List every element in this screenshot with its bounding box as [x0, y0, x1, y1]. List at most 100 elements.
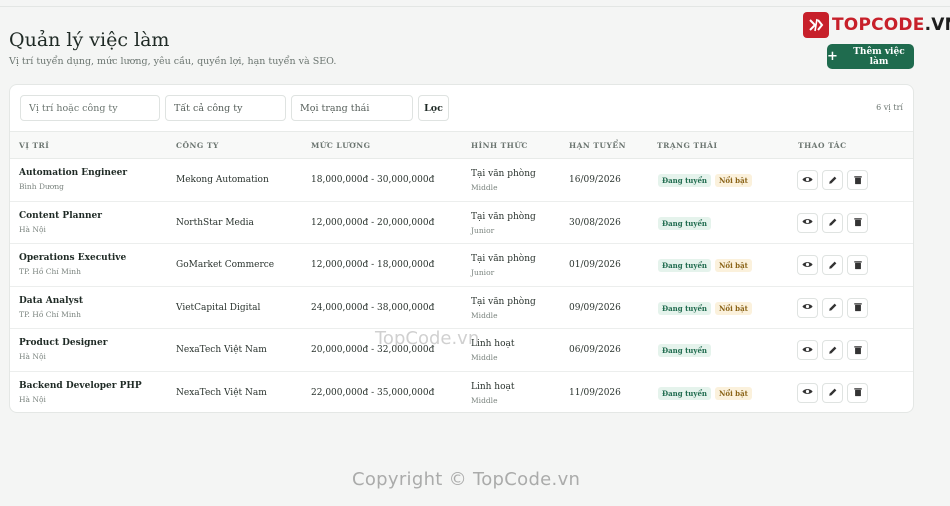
- trash-icon: [853, 385, 863, 400]
- view-button[interactable]: [797, 170, 818, 190]
- delete-button[interactable]: [847, 170, 868, 190]
- col-position: Vị trí: [19, 141, 50, 150]
- result-count: 6 vị trí: [876, 103, 903, 112]
- trash-icon: [853, 215, 863, 230]
- col-status: Trạng thái: [657, 141, 718, 150]
- status-select[interactable]: Mọi trạng thái: [291, 95, 413, 121]
- view-button[interactable]: [797, 382, 818, 403]
- pencil-icon: [828, 258, 838, 273]
- status-badges: Đang tuyển Nổi bật: [658, 386, 752, 400]
- job-level: Middle: [471, 310, 498, 320]
- status-badges: Đang tuyển Nổi bật: [658, 259, 752, 272]
- job-level: Junior: [471, 225, 495, 235]
- eye-icon: [802, 215, 813, 230]
- pencil-icon: [828, 385, 838, 400]
- eye-icon: [802, 173, 813, 188]
- job-deadline: 06/09/2026: [569, 345, 621, 355]
- job-title[interactable]: Data Analyst: [19, 296, 83, 306]
- job-location: Hà Nội: [19, 352, 46, 361]
- view-button[interactable]: [797, 340, 818, 360]
- status-badge: Đang tuyển: [658, 216, 712, 230]
- view-button[interactable]: [797, 212, 818, 233]
- job-title[interactable]: Product Designer: [19, 338, 107, 348]
- logo-accent: OPCODE: [843, 15, 925, 35]
- edit-button[interactable]: [822, 170, 843, 190]
- job-location: TP. Hồ Chí Minh: [19, 267, 81, 276]
- pencil-icon: [828, 300, 838, 315]
- edit-button[interactable]: [822, 297, 843, 318]
- edit-button[interactable]: [822, 255, 843, 275]
- job-title[interactable]: Backend Developer PHP: [19, 381, 142, 391]
- job-deadline: 11/09/2026: [569, 387, 621, 398]
- eye-icon: [802, 343, 813, 358]
- company-select[interactable]: Tất cả công ty: [165, 95, 286, 121]
- job-level: Middle: [471, 395, 498, 405]
- view-button[interactable]: [797, 255, 818, 275]
- job-salary: 24,000,000đ - 38,000,000đ: [311, 302, 435, 313]
- row-actions: [797, 297, 868, 318]
- watermark-footer: Copyright © TopCode.vn: [352, 469, 581, 490]
- job-title[interactable]: Operations Executive: [19, 253, 126, 263]
- edit-button[interactable]: [822, 212, 843, 233]
- eye-icon: [802, 258, 813, 273]
- job-company: NexaTech Việt Nam: [176, 345, 267, 355]
- featured-badge: Nổi bật: [715, 386, 752, 400]
- filter-button[interactable]: Lọc: [418, 95, 449, 121]
- job-deadline: 30/08/2026: [569, 217, 621, 228]
- edit-button[interactable]: [822, 340, 843, 360]
- add-job-button[interactable]: + Thêm việc làm: [827, 44, 914, 69]
- trash-icon: [853, 343, 863, 358]
- table-row: Data Analyst TP. Hồ Chí Minh VietCapital D…: [10, 287, 913, 329]
- delete-button[interactable]: [847, 297, 868, 318]
- job-company: GoMarket Commerce: [176, 260, 275, 270]
- col-salary: Mức lương: [311, 141, 371, 150]
- job-company: Mekong Automation: [176, 175, 269, 185]
- topcode-logo: TOPCODE.VN: [803, 12, 950, 38]
- logo-mark-icon: [803, 12, 829, 38]
- status-badges: Đang tuyển: [658, 216, 712, 230]
- job-salary: 18,000,000đ - 30,000,000đ: [311, 175, 435, 185]
- table-header: Vị trí Công ty Mức lương Hình thức Hạn t…: [10, 131, 913, 159]
- search-input[interactable]: [20, 95, 160, 121]
- status-badge: Đang tuyển: [658, 386, 712, 400]
- job-deadline: 16/09/2026: [569, 175, 621, 185]
- job-title[interactable]: Content Planner: [19, 211, 102, 221]
- delete-button[interactable]: [847, 382, 868, 403]
- job-title[interactable]: Automation Engineer: [19, 168, 127, 178]
- pencil-icon: [828, 343, 838, 358]
- job-company: VietCapital Digital: [176, 302, 261, 313]
- eye-icon: [802, 385, 813, 400]
- jobs-card: Tất cả công ty Mọi trạng thái Lọc 6 vị t…: [9, 84, 914, 413]
- row-actions: [797, 170, 868, 190]
- job-company: NexaTech Việt Nam: [176, 387, 267, 398]
- job-form: Linh hoạt: [471, 381, 515, 392]
- delete-button[interactable]: [847, 255, 868, 275]
- col-form: Hình thức: [471, 141, 528, 150]
- job-form: Tại văn phòng: [471, 254, 536, 264]
- view-button[interactable]: [797, 297, 818, 318]
- featured-badge: Nổi bật: [715, 174, 752, 187]
- trash-icon: [853, 173, 863, 188]
- eye-icon: [802, 300, 813, 315]
- job-location: Bình Dương: [19, 182, 64, 191]
- status-badges: Đang tuyển: [658, 344, 712, 357]
- job-level: Middle: [471, 183, 498, 192]
- job-level: Middle: [471, 353, 498, 362]
- table-row: Operations Executive TP. Hồ Chí Minh GoMar…: [10, 244, 913, 287]
- delete-button[interactable]: [847, 340, 868, 360]
- edit-button[interactable]: [822, 382, 843, 403]
- job-salary: 12,000,000đ - 18,000,000đ: [311, 260, 435, 270]
- table-row: Backend Developer PHP Hà Nội NexaTech Việt…: [10, 372, 913, 413]
- job-form: Tại văn phòng: [471, 211, 536, 222]
- col-company: Công ty: [176, 141, 219, 150]
- row-actions: [797, 212, 868, 233]
- filter-bar: Tất cả công ty Mọi trạng thái Lọc 6 vị t…: [10, 85, 913, 131]
- job-form: Tại văn phòng: [471, 169, 536, 179]
- plus-icon: +: [827, 49, 838, 64]
- pencil-icon: [828, 173, 838, 188]
- status-badge: Đang tuyển: [658, 259, 712, 272]
- job-company: NorthStar Media: [176, 217, 254, 228]
- delete-button[interactable]: [847, 212, 868, 233]
- table-row: Content Planner Hà Nội NorthStar Media 12,0…: [10, 202, 913, 244]
- trash-icon: [853, 300, 863, 315]
